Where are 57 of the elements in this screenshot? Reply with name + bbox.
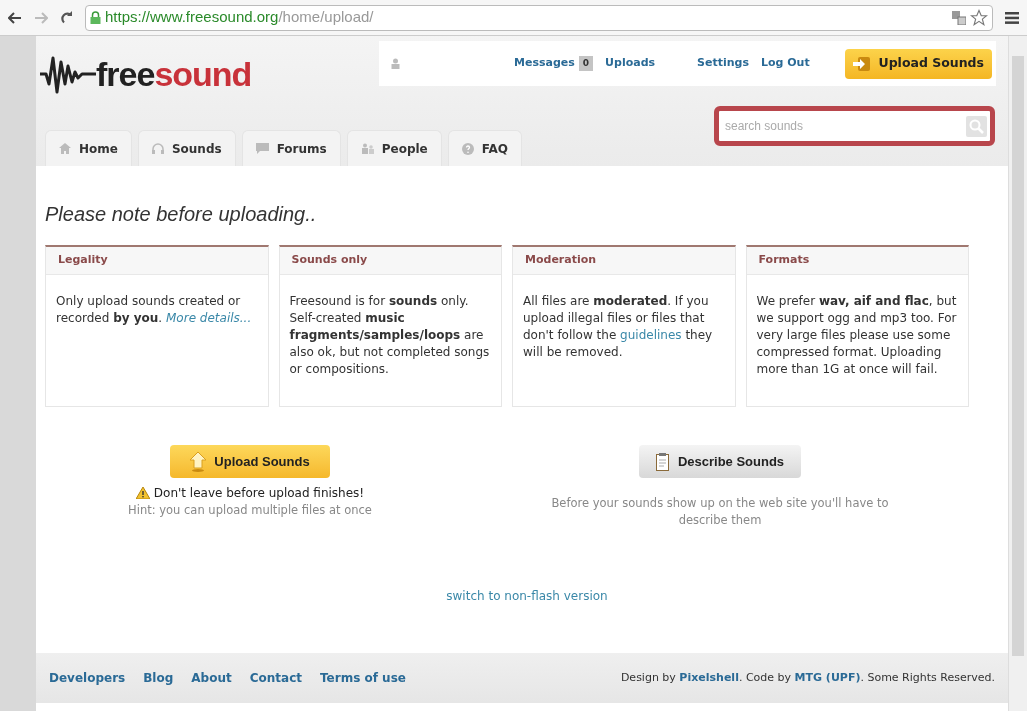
address-bar[interactable]: https://www.freesound.org/home/upload/	[85, 4, 993, 31]
page-heading: Please note before uploading..	[45, 202, 318, 227]
card-text: Freesound is for sounds only. Self-created music fragments/samples/loops are also ok, but not completed songs or compositions.	[288, 293, 491, 378]
logo-text: freesound	[96, 57, 252, 91]
nav-tab[interactable]: Home	[45, 130, 132, 166]
upload-sounds-button[interactable]: Upload Sounds	[844, 48, 992, 79]
translate-icon[interactable]	[952, 10, 966, 25]
arrow-icon	[852, 56, 871, 71]
card-title: Sounds only	[279, 247, 501, 275]
url-text: https://www.freesound.org/home/upload/	[105, 7, 374, 28]
nav-tab[interactable]: FAQ	[447, 130, 523, 166]
footer-link[interactable]: Contact	[249, 669, 302, 687]
footer-link[interactable]: About	[191, 669, 232, 687]
card-title: Legality	[46, 247, 268, 275]
warning-icon	[135, 487, 150, 499]
message-count: 0	[578, 55, 594, 72]
footer-link[interactable]: Blog	[143, 669, 174, 687]
describe-sounds-button[interactable]: Describe Sounds	[639, 445, 801, 478]
settings-link[interactable]: Settings	[697, 55, 749, 72]
card-title: Moderation	[513, 247, 735, 275]
link[interactable]: Pixelshell	[679, 670, 739, 684]
card-text: All files are moderated. If you upload illegal files or files that don't follow the guidelines they will be removed.	[522, 293, 714, 361]
describe-hint-text: Before your sounds show up on the web site you'll have to describe them	[550, 495, 890, 529]
nav-tab[interactable]: Sounds	[137, 130, 236, 166]
freesound-logo[interactable]: freesound	[40, 52, 252, 96]
card-text: We prefer wav, aif and flac, but we support ogg and mp3 too. For very large files please use some compressed format. Uploading more than 1G at once will fail.	[755, 293, 958, 378]
user-icon	[391, 58, 400, 69]
people-icon	[360, 143, 374, 154]
help-icon	[461, 142, 474, 155]
nav-tab[interactable]: Forums	[241, 130, 341, 166]
back-icon[interactable]	[8, 11, 22, 24]
footer-link[interactable]: Terms of use	[320, 669, 406, 687]
footer-link[interactable]: Developers	[49, 669, 126, 687]
house-icon	[59, 143, 71, 154]
messages-link[interactable]: Messages	[514, 55, 575, 72]
headphones-icon	[151, 143, 164, 154]
menu-icon[interactable]	[1005, 11, 1019, 24]
upload-arrow-icon	[190, 451, 207, 472]
warning-text: Don't leave before upload finishes!	[153, 485, 365, 502]
log-out-link[interactable]: Log Out	[761, 55, 810, 72]
star-icon[interactable]	[970, 8, 988, 27]
reload-icon[interactable]	[60, 11, 73, 24]
hint-text: Hint: you can upload multiple files at once	[128, 502, 372, 519]
card-title: Formats	[746, 247, 968, 275]
nav-tab[interactable]: People	[346, 130, 442, 166]
uploads-link[interactable]: Uploads	[605, 55, 656, 72]
search-field[interactable]: search sounds	[714, 106, 995, 146]
clipboard-icon	[655, 452, 670, 471]
link[interactable]: guidelines	[620, 328, 682, 342]
card-text: Only upload sounds created or recorded by you. More details...	[55, 293, 253, 327]
credits-text: Design by Pixelshell. Code by MTG (UPF). Some Rights Reserved.	[620, 669, 995, 686]
more-details-link[interactable]: More details...	[166, 311, 252, 325]
switch-version-link[interactable]: switch to non-flash version	[446, 587, 608, 605]
scrollbar[interactable]	[1008, 36, 1027, 711]
lock-icon	[90, 11, 101, 24]
upload-sounds-button[interactable]: Upload Sounds	[170, 445, 330, 478]
speech-bubble-icon	[255, 143, 269, 154]
